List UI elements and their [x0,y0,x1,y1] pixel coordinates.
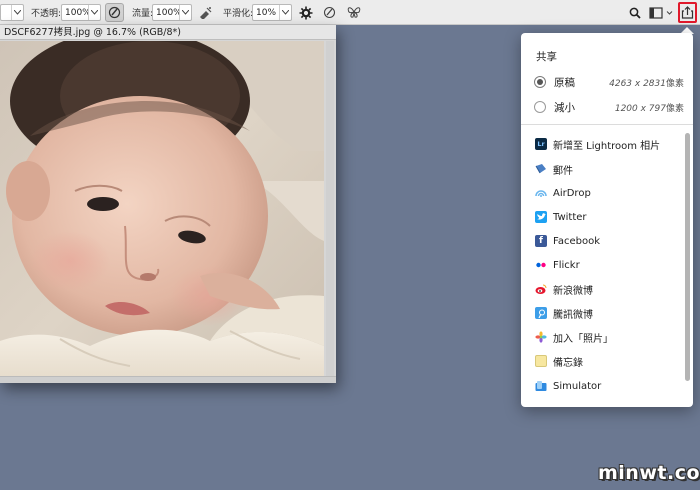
mail-icon [535,163,547,175]
photos-icon [535,331,547,343]
document-tab[interactable]: DSCF6277拷貝.jpg @ 16.7% (RGB/8*) [0,25,336,40]
share-icon [681,6,694,19]
share-item-photos[interactable]: 加入「照片」 [535,329,613,345]
radio-original[interactable] [534,76,546,88]
radio-reduced[interactable] [534,101,546,113]
share-item-tencent-weibo[interactable]: 騰訊微博 [535,305,593,321]
size-option-reduced[interactable]: 減小 1200 x 797像素 [534,99,684,115]
tencent-weibo-icon [535,307,547,319]
pressure-opacity-button[interactable] [105,3,124,22]
opacity-control: 不透明: [31,0,61,25]
smoothing-control: 平滑化: [223,0,253,25]
horizontal-scrollbar[interactable] [0,376,336,383]
pressure-size-button[interactable] [320,3,339,22]
watermark-logo: minwt.com [598,462,700,484]
share-popup: 共享 原稿 4263 x 2831像素 減小 1200 x 797像素 Lr 新… [521,33,693,407]
image-canvas[interactable] [0,41,324,376]
size-dimensions: 4263 x 2831像素 [609,78,684,89]
flickr-icon [535,259,547,271]
opacity-field[interactable]: 100% [61,0,101,25]
pressure-pen-icon [108,6,121,19]
pressure-pen-icon [323,6,336,19]
smoothing-label: 平滑化: [223,9,254,19]
share-item-flickr[interactable]: Flickr [535,257,580,273]
size-dimensions: 1200 x 797像素 [614,103,684,114]
chevron-down-icon [11,5,23,20]
mode-dropdown[interactable] [0,0,24,25]
share-item-sina-weibo[interactable]: 新浪微博 [535,281,593,297]
workspace-icon [649,6,673,19]
size-option-original[interactable]: 原稿 4263 x 2831像素 [534,74,684,90]
flow-value[interactable]: 100% [153,8,179,18]
butterfly-icon [347,7,360,18]
flow-field[interactable]: 100% [152,0,192,25]
share-item-lightroom[interactable]: Lr 新增至 Lightroom 相片 [535,136,660,152]
weibo-icon [535,283,547,295]
opacity-label: 不透明: [31,9,62,19]
airdrop-icon [535,187,547,199]
simulator-icon [535,380,547,392]
document-window: DSCF6277拷貝.jpg @ 16.7% (RGB/8*) [0,25,336,383]
chevron-down-icon[interactable] [88,5,100,20]
smoothing-value[interactable]: 10% [253,8,279,18]
flow-label: 流量: [132,9,154,19]
share-button[interactable] [678,2,697,23]
search-icon [629,7,641,19]
chevron-down-icon[interactable] [279,5,291,20]
smoothing-options-button[interactable] [296,3,315,22]
facebook-icon: f [535,235,547,247]
share-popup-title: 共享 [536,51,557,63]
opacity-value[interactable]: 100% [62,8,88,18]
chevron-down-icon[interactable] [179,5,191,20]
share-item-facebook[interactable]: f Facebook [535,233,600,249]
share-item-simulator[interactable]: Simulator [535,378,601,394]
options-toolbar: 不透明: 100% 流量: 100% [0,0,700,25]
flow-control: 流量: [132,0,153,25]
share-item-airdrop[interactable]: AirDrop [535,185,591,201]
lightroom-icon: Lr [535,138,547,150]
baby-photo [0,41,324,376]
search-button[interactable] [625,3,644,22]
size-label: 原稿 [554,76,575,89]
vertical-scrollbar[interactable] [326,41,334,376]
twitter-icon [535,211,547,223]
gear-icon [299,6,312,19]
share-item-twitter[interactable]: Twitter [535,209,587,225]
symmetry-button[interactable] [344,3,363,22]
airbrush-button[interactable] [196,3,215,22]
size-label: 減小 [554,101,575,114]
share-item-mail[interactable]: 郵件 [535,161,573,177]
airbrush-icon [200,7,212,19]
divider [521,124,693,125]
notes-icon [535,355,547,367]
smoothing-field[interactable]: 10% [252,0,292,25]
workspace-button[interactable] [647,3,675,22]
share-item-notes[interactable]: 備忘錄 [535,353,583,369]
popup-scrollbar[interactable] [685,133,690,381]
